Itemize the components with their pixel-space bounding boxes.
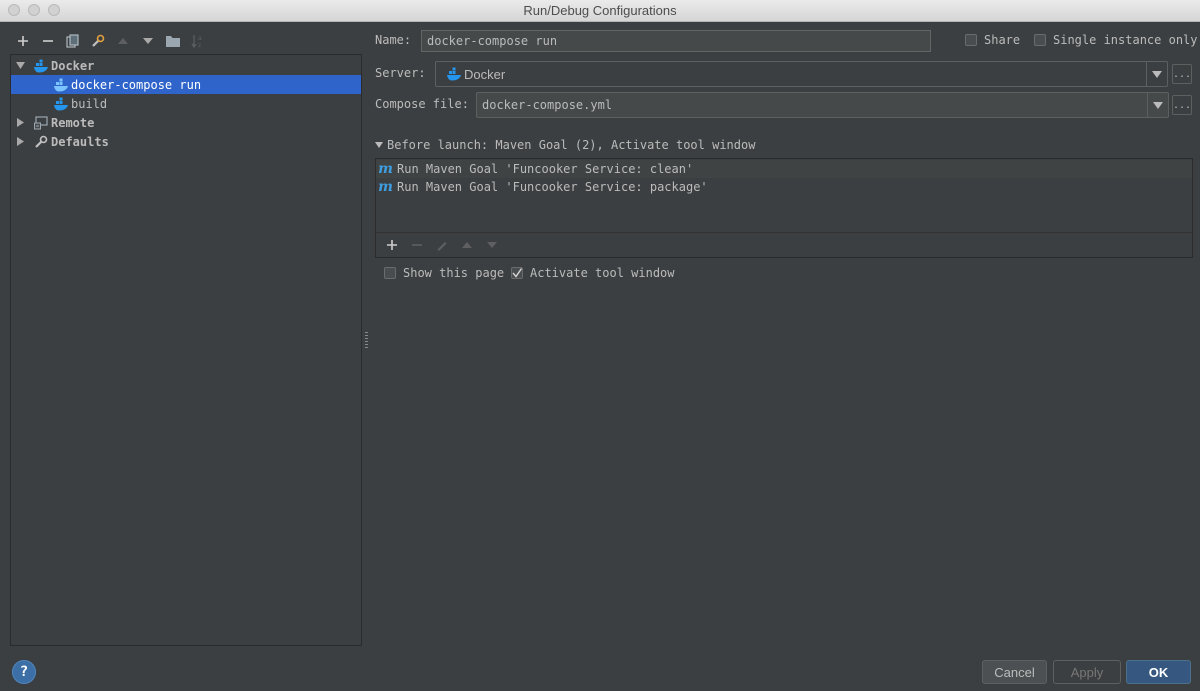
ok-button[interactable]: OK xyxy=(1126,660,1191,684)
apply-button: Apply xyxy=(1053,660,1121,684)
share-label: Share xyxy=(984,33,1021,47)
server-browse-button[interactable]: ... xyxy=(1172,64,1192,84)
tree-item-build[interactable]: build xyxy=(11,94,361,113)
collapse-arrow-icon[interactable] xyxy=(13,118,27,127)
show-this-page-label: Show this page xyxy=(403,266,505,280)
task-label: Run Maven Goal 'Funcooker Service: packa… xyxy=(397,180,708,194)
defaults-icon xyxy=(33,134,49,150)
activate-tool-window-checkbox-box[interactable] xyxy=(511,267,523,279)
remote-icon xyxy=(33,115,49,131)
remove-icon xyxy=(404,235,429,255)
server-combo[interactable]: Docker xyxy=(435,61,1168,87)
move-up-icon xyxy=(110,30,135,52)
sort-icon: az xyxy=(185,30,210,52)
name-field-value: docker-compose run xyxy=(427,34,558,48)
move-down-icon[interactable] xyxy=(135,30,160,52)
copy-icon[interactable] xyxy=(60,30,85,52)
svg-text:z: z xyxy=(198,42,201,48)
compose-file-browse-button[interactable]: ... xyxy=(1172,95,1192,115)
wrench-icon[interactable] xyxy=(85,30,110,52)
docker-icon xyxy=(33,58,49,74)
svg-text:a: a xyxy=(198,35,202,42)
add-icon[interactable] xyxy=(10,30,35,52)
name-label: Name: xyxy=(375,33,412,47)
folder-icon[interactable] xyxy=(160,30,185,52)
before-launch-list[interactable]: m Run Maven Goal 'Funcooker Service: cle… xyxy=(375,158,1193,258)
docker-icon xyxy=(446,66,462,82)
configurations-toolbar: az xyxy=(10,30,210,52)
remove-icon[interactable] xyxy=(35,30,60,52)
cancel-button[interactable]: Cancel xyxy=(982,660,1047,684)
checkmark-icon xyxy=(512,268,522,278)
share-checkbox-box[interactable] xyxy=(965,34,977,46)
show-this-page-checkbox-box[interactable] xyxy=(384,267,396,279)
single-instance-checkbox[interactable]: Single instance only xyxy=(1034,33,1198,47)
server-label: Server: xyxy=(375,66,426,80)
tree-item-docker-compose-run[interactable]: docker-compose run xyxy=(11,75,361,94)
single-instance-label: Single instance only xyxy=(1053,33,1198,47)
docker-icon xyxy=(53,96,69,112)
expand-arrow-icon[interactable] xyxy=(375,142,383,148)
chevron-down-icon[interactable] xyxy=(1147,93,1168,117)
edit-icon xyxy=(429,235,454,255)
show-this-page-checkbox[interactable]: Show this page xyxy=(384,266,504,280)
activate-tool-window-label: Activate tool window xyxy=(530,266,675,280)
before-launch-toolbar xyxy=(376,232,1192,257)
maven-icon: m xyxy=(378,161,393,177)
compose-file-combo[interactable]: docker-compose.yml xyxy=(476,92,1169,118)
list-item[interactable]: m Run Maven Goal 'Funcooker Service: cle… xyxy=(376,160,1192,178)
help-button[interactable]: ? xyxy=(12,660,36,684)
tree-item-label: docker-compose run xyxy=(71,77,202,92)
title-bar: Run/Debug Configurations xyxy=(0,0,1200,22)
tree-item-label: Remote xyxy=(51,115,95,130)
expand-arrow-icon[interactable] xyxy=(13,62,27,69)
compose-file-label: Compose file: xyxy=(375,97,469,111)
move-up-icon xyxy=(454,235,479,255)
tree-item-docker[interactable]: Docker xyxy=(11,56,361,75)
activate-tool-window-checkbox[interactable]: Activate tool window xyxy=(511,266,675,280)
compose-file-value: docker-compose.yml xyxy=(482,98,613,112)
before-launch-title: Before launch: Maven Goal (2), Activate … xyxy=(387,138,756,152)
list-item[interactable]: m Run Maven Goal 'Funcooker Service: pac… xyxy=(376,178,1192,196)
before-launch-header[interactable]: Before launch: Maven Goal (2), Activate … xyxy=(375,138,1195,152)
maven-icon: m xyxy=(378,179,393,195)
docker-icon xyxy=(53,77,69,93)
splitter-handle[interactable] xyxy=(365,332,368,348)
collapse-arrow-icon[interactable] xyxy=(13,137,27,146)
task-label: Run Maven Goal 'Funcooker Service: clean… xyxy=(397,162,694,176)
name-field[interactable]: docker-compose run xyxy=(421,30,931,52)
tree-item-remote[interactable]: Remote xyxy=(11,113,361,132)
share-checkbox[interactable]: Share xyxy=(965,33,1020,47)
single-instance-checkbox-box[interactable] xyxy=(1034,34,1046,46)
tree-item-label: Docker xyxy=(51,58,95,73)
chevron-down-icon[interactable] xyxy=(1146,62,1167,86)
move-down-icon xyxy=(479,235,504,255)
server-value: Docker xyxy=(464,66,506,82)
configurations-tree[interactable]: Docker docker-compose run build Remote D… xyxy=(10,54,362,646)
add-icon[interactable] xyxy=(379,235,404,255)
tree-item-label: build xyxy=(71,96,108,111)
tree-item-defaults[interactable]: Defaults xyxy=(11,132,361,151)
tree-item-label: Defaults xyxy=(51,134,109,149)
window-title: Run/Debug Configurations xyxy=(523,3,677,18)
